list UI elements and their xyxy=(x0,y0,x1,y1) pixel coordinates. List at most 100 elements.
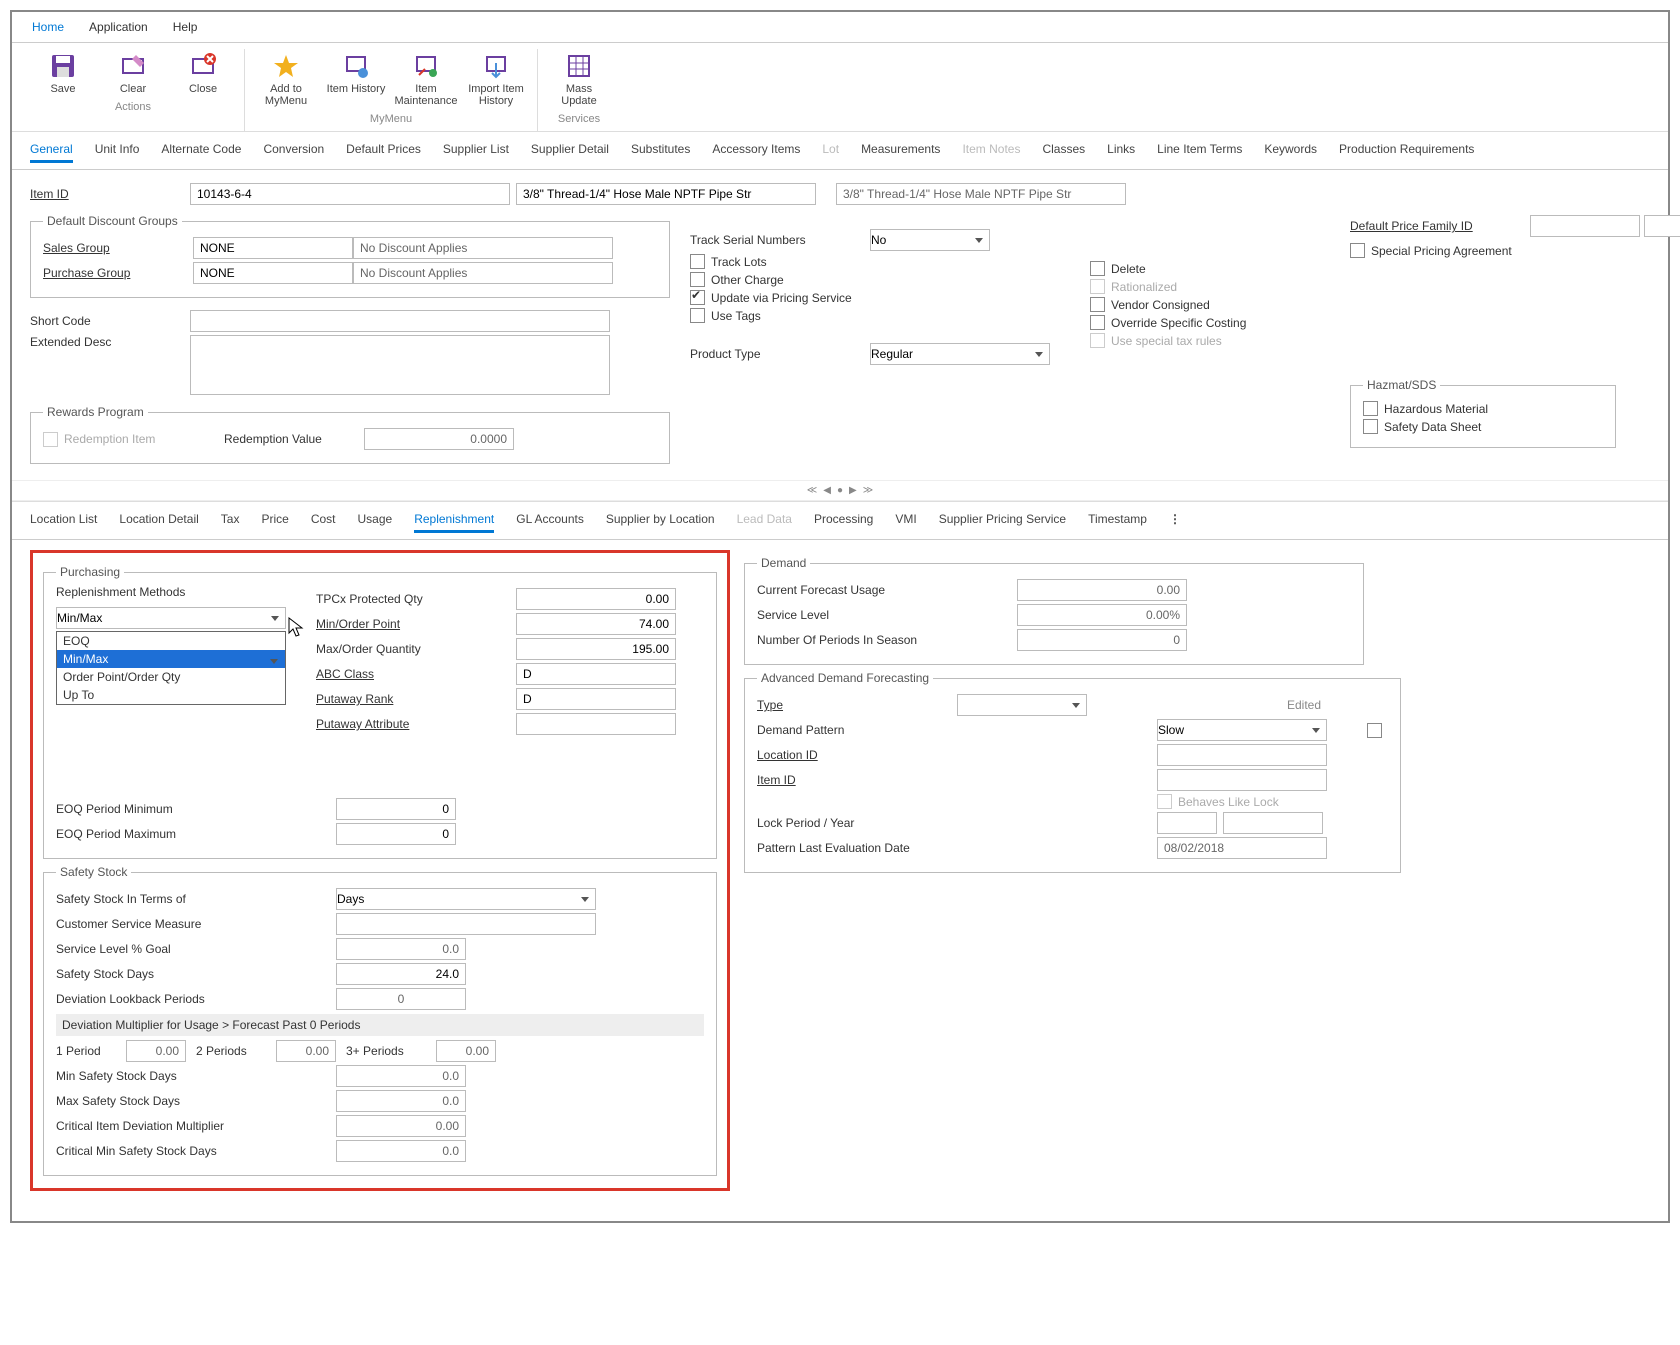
sales-group-label[interactable]: Sales Group xyxy=(43,241,193,255)
close-button[interactable]: Close xyxy=(168,49,238,97)
top-tab-alternate-code[interactable]: Alternate Code xyxy=(161,138,241,163)
item-history-button[interactable]: Item History xyxy=(321,49,391,109)
product-type-select[interactable]: Regular xyxy=(870,343,1050,365)
item-maintenance-button[interactable]: Item Maintenance xyxy=(391,49,461,109)
rewards-legend: Rewards Program xyxy=(43,405,148,419)
star-icon xyxy=(273,53,299,79)
update-pricing-checkbox[interactable] xyxy=(690,290,705,305)
sub-tab-processing[interactable]: Processing xyxy=(814,508,873,533)
sub-tab-tax[interactable]: Tax xyxy=(221,508,240,533)
extended-desc-input[interactable] xyxy=(190,335,610,395)
save-button[interactable]: Save xyxy=(28,49,98,97)
top-tab-classes[interactable]: Classes xyxy=(1042,138,1085,163)
putaway-rank-label[interactable]: Putaway Rank xyxy=(316,692,516,706)
sub-tab-supplier-pricing-service[interactable]: Supplier Pricing Service xyxy=(939,508,1066,533)
pager-last-icon[interactable]: ≫ xyxy=(863,485,873,496)
top-tab-links[interactable]: Links xyxy=(1107,138,1135,163)
top-tab-supplier-detail[interactable]: Supplier Detail xyxy=(531,138,609,163)
adf-item-label[interactable]: Item ID xyxy=(757,773,957,787)
special-pricing-checkbox[interactable] xyxy=(1350,243,1365,258)
replen-opt-minmax[interactable]: Min/Max xyxy=(57,650,285,668)
delete-checkbox[interactable] xyxy=(1090,261,1105,276)
add-to-mymenu-button[interactable]: Add to MyMenu xyxy=(251,49,321,109)
other-charge-checkbox[interactable] xyxy=(690,272,705,287)
sub-tab-usage[interactable]: Usage xyxy=(358,508,393,533)
tpcx-input[interactable] xyxy=(516,588,676,610)
top-tab-conversion[interactable]: Conversion xyxy=(263,138,324,163)
top-tab-measurements[interactable]: Measurements xyxy=(861,138,940,163)
pager-next-icon[interactable]: ▶ xyxy=(849,485,857,496)
track-lots-checkbox[interactable] xyxy=(690,254,705,269)
putaway-attr-label[interactable]: Putaway Attribute xyxy=(316,717,516,731)
replenishment-methods-select[interactable]: Min/Max xyxy=(56,607,286,629)
menu-home[interactable]: Home xyxy=(32,20,64,34)
item-id-input[interactable] xyxy=(190,183,510,205)
abc-class-label[interactable]: ABC Class xyxy=(316,667,516,681)
ss-terms-select[interactable]: Days xyxy=(336,888,596,910)
putaway-rank-input[interactable] xyxy=(516,688,676,710)
adf-location-label[interactable]: Location ID xyxy=(757,748,957,762)
short-code-input[interactable] xyxy=(190,310,610,332)
sub-tab-location-list[interactable]: Location List xyxy=(30,508,97,533)
price-family-label[interactable]: Default Price Family ID xyxy=(1350,219,1530,233)
period1-input xyxy=(126,1040,186,1062)
sub-tab-supplier-by-location[interactable]: Supplier by Location xyxy=(606,508,715,533)
item-id-label[interactable]: Item ID xyxy=(30,187,190,201)
top-tab-default-prices[interactable]: Default Prices xyxy=(346,138,421,163)
max-order-qty-input[interactable] xyxy=(516,638,676,660)
sub-tab-more-icon[interactable]: ⋮ xyxy=(1169,508,1182,533)
sub-tab-price[interactable]: Price xyxy=(261,508,288,533)
eoq-max-input[interactable] xyxy=(336,823,456,845)
demand-pattern-select[interactable]: Slow xyxy=(1157,719,1327,741)
adf-type-select[interactable] xyxy=(957,694,1087,716)
override-costing-checkbox[interactable] xyxy=(1090,315,1105,330)
hazardous-checkbox[interactable] xyxy=(1363,401,1378,416)
use-tags-checkbox[interactable] xyxy=(690,308,705,323)
sds-checkbox[interactable] xyxy=(1363,419,1378,434)
ss-days-input[interactable] xyxy=(336,963,466,985)
sub-tab-timestamp[interactable]: Timestamp xyxy=(1088,508,1147,533)
price-family-input[interactable] xyxy=(1530,215,1640,237)
replenishment-methods-dropdown[interactable]: EOQ Min/Max Order Point/Order Qty Up To xyxy=(56,631,286,705)
min-order-point-label[interactable]: Min/Order Point xyxy=(316,617,516,631)
mass-update-button[interactable]: Mass Update xyxy=(544,49,614,109)
min-order-point-input[interactable] xyxy=(516,613,676,635)
pager-first-icon[interactable]: ≪ xyxy=(807,485,817,496)
sub-tab-gl-accounts[interactable]: GL Accounts xyxy=(516,508,584,533)
top-tab-production-requirements[interactable]: Production Requirements xyxy=(1339,138,1474,163)
putaway-attr-input[interactable] xyxy=(516,713,676,735)
item-desc1-input[interactable] xyxy=(516,183,816,205)
pager-prev-icon[interactable]: ◀ xyxy=(823,485,831,496)
purchase-group-label[interactable]: Purchase Group xyxy=(43,266,193,280)
track-serial-select[interactable]: No xyxy=(870,229,990,251)
sub-tab-replenishment[interactable]: Replenishment xyxy=(414,508,494,533)
clear-button[interactable]: Clear xyxy=(98,49,168,97)
import-history-button[interactable]: Import Item History xyxy=(461,49,531,109)
top-tab-supplier-list[interactable]: Supplier List xyxy=(443,138,509,163)
sub-tab-vmi[interactable]: VMI xyxy=(895,508,916,533)
top-tab-general[interactable]: General xyxy=(30,138,73,163)
pager-dot-icon: ● xyxy=(837,485,843,496)
replen-opt-eoq[interactable]: EOQ xyxy=(57,632,285,650)
sales-group-input[interactable] xyxy=(193,237,353,259)
mouse-cursor-icon xyxy=(288,617,306,639)
sub-tab-location-detail[interactable]: Location Detail xyxy=(119,508,198,533)
eoq-min-input[interactable] xyxy=(336,798,456,820)
menu-application[interactable]: Application xyxy=(89,20,148,34)
adf-type-label[interactable]: Type xyxy=(757,698,957,712)
abc-class-input[interactable] xyxy=(516,663,676,685)
period2-input xyxy=(276,1040,336,1062)
top-tab-substitutes[interactable]: Substitutes xyxy=(631,138,690,163)
purchase-group-input[interactable] xyxy=(193,262,353,284)
replen-opt-orderpoint[interactable]: Order Point/Order Qty xyxy=(57,668,285,686)
top-tab-line-item-terms[interactable]: Line Item Terms xyxy=(1157,138,1242,163)
adf-edited-checkbox[interactable] xyxy=(1367,723,1382,738)
hazardous-label: Hazardous Material xyxy=(1384,402,1488,416)
menu-help[interactable]: Help xyxy=(173,20,198,34)
top-tab-accessory-items[interactable]: Accessory Items xyxy=(712,138,800,163)
sub-tab-cost[interactable]: Cost xyxy=(311,508,336,533)
vendor-consigned-checkbox[interactable] xyxy=(1090,297,1105,312)
top-tab-unit-info[interactable]: Unit Info xyxy=(95,138,140,163)
top-tab-keywords[interactable]: Keywords xyxy=(1264,138,1317,163)
replen-opt-upto[interactable]: Up To xyxy=(57,686,285,704)
